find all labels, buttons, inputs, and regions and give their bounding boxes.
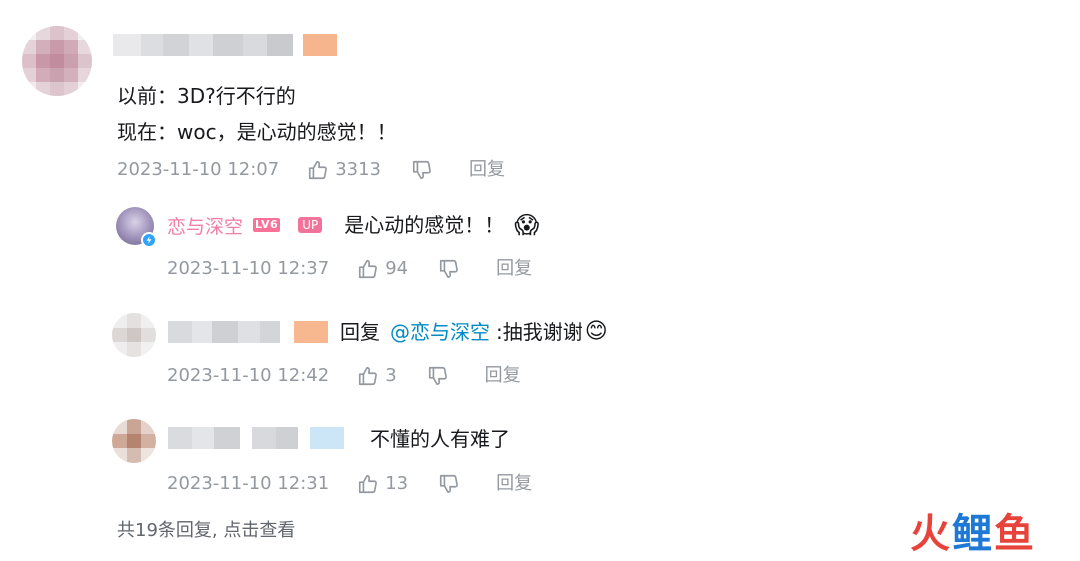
like-button[interactable]: 13 [357, 472, 408, 496]
shock-emoji-icon: 😱 [514, 211, 540, 239]
username-blurred[interactable] [168, 427, 344, 449]
comment-line-2: 现在：woc，是心动的感觉！！ [117, 120, 397, 144]
thumbs-down-icon[interactable] [427, 365, 449, 387]
reply-prefix: 回复 [340, 320, 380, 344]
up-badge: UP [298, 217, 323, 233]
comment-meta: 2023-11-10 12:07 3313 回复 [117, 158, 505, 182]
thumbs-down-icon[interactable] [438, 473, 460, 495]
reply-avatar-official[interactable] [116, 207, 157, 248]
like-button[interactable]: 3 [357, 364, 397, 388]
thumbs-up-icon [357, 473, 379, 495]
reply-button[interactable]: 回复 [496, 257, 532, 281]
comment-line-1: 以前：3D?行不行的 [117, 84, 296, 108]
reply-time: 2023-11-10 12:31 [167, 473, 330, 494]
mention-link[interactable]: @恋与深空 [390, 318, 490, 346]
reply-avatar[interactable] [112, 313, 156, 357]
reply-user-row: 恋与深空 LV6 UP 是心动的感觉！！ 😱 [167, 211, 539, 239]
reply-meta: 2023-11-10 12:42 3 回复 [167, 364, 521, 388]
reply-username[interactable]: 恋与深空 [167, 212, 243, 239]
thumbs-up-icon [357, 258, 379, 280]
like-button[interactable]: 94 [357, 257, 408, 281]
avatar[interactable] [22, 26, 92, 96]
watermark-text: 火鲤鱼 [910, 511, 1036, 557]
thumbs-down-icon[interactable] [438, 258, 460, 280]
level-badge: LV6 [253, 218, 281, 232]
view-more-replies-link[interactable]: 共19条回复, 点击查看 [117, 516, 295, 542]
watermark-logo: 火鲤鱼 [910, 512, 1036, 556]
reply-meta: 2023-11-10 12:37 94 回复 [167, 257, 532, 281]
comment-time: 2023-11-10 12:07 [117, 159, 280, 180]
reply-button[interactable]: 回复 [469, 158, 505, 182]
thumbs-up-icon [357, 365, 379, 387]
thumbs-down-icon[interactable] [411, 159, 433, 181]
verified-icon [141, 232, 157, 248]
like-button[interactable]: 3313 [307, 158, 381, 182]
reply-text: 是心动的感觉！！ [344, 213, 505, 237]
like-count: 3 [385, 365, 397, 386]
reply-text: 不懂的人有难了 [370, 427, 510, 451]
reply-text: :抽我谢谢 [496, 320, 583, 344]
reply-time: 2023-11-10 12:37 [167, 258, 330, 279]
thumbs-up-icon [307, 159, 329, 181]
reply-avatar[interactable] [112, 419, 156, 463]
reply-button[interactable]: 回复 [485, 364, 521, 388]
username-blurred[interactable] [168, 321, 328, 343]
like-count: 13 [385, 473, 409, 494]
username-blurred[interactable] [113, 34, 337, 56]
reply-time: 2023-11-10 12:42 [167, 365, 330, 386]
reply-content: 回复 @恋与深空 :抽我谢谢 😊 [340, 318, 608, 346]
like-count: 3313 [335, 159, 382, 180]
smile-emoji-icon: 😊 [584, 319, 608, 344]
reply-meta: 2023-11-10 12:31 13 回复 [167, 472, 532, 496]
reply-button[interactable]: 回复 [496, 472, 532, 496]
like-count: 94 [385, 258, 409, 279]
